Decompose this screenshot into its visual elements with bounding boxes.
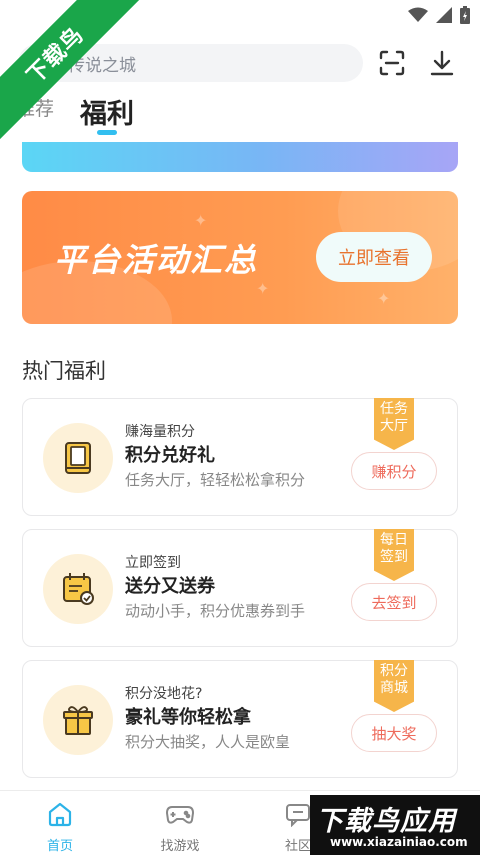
download-button[interactable] [427,48,457,78]
search-bar[interactable]: 传说之城 [18,44,363,82]
card-flag: 积分商城 [374,660,414,712]
book-icon [65,442,91,474]
card-subtitle: 赚海量积分 [125,424,195,440]
card-icon-circle [43,685,113,755]
wifi-icon [408,7,428,22]
card-title: 积分兑好礼 [125,445,215,466]
nav-find-games[interactable]: 找游戏 [140,801,220,854]
lucky-draw-button[interactable]: 抽大奖 [351,714,437,752]
card-flag: 每日签到 [374,529,414,581]
activity-banner[interactable]: ✦ ✦ ✦ 平台活动汇总 立即查看 [22,191,458,324]
nav-label: 首页 [46,839,73,854]
top-banner-strip[interactable] [22,142,458,172]
sparkle-icon: ✦ [194,211,208,230]
watermark-brand: 下载鸟应用 [316,806,456,837]
nav-home[interactable]: 首页 [20,801,100,854]
signal-icon [436,7,452,23]
nav-label: 找游戏 [160,839,200,854]
watermark-url: www.xiazainiao.com [330,835,468,849]
earn-points-button[interactable]: 赚积分 [351,452,437,490]
tab-active-indicator [97,130,117,135]
card-description: 任务大厅，轻轻松松拿积分 [125,471,306,489]
view-now-button[interactable]: 立即查看 [316,232,432,282]
gift-icon [63,706,93,735]
welfare-card[interactable]: 立即签到 送分又送券 动动小手，积分优惠券到手 每日签到 去签到 [22,529,458,647]
card-title: 送分又送券 [125,576,215,597]
card-icon-circle [43,554,113,624]
sign-in-button[interactable]: 去签到 [351,583,437,621]
card-subtitle: 立即签到 [125,555,181,571]
tab-recommend[interactable]: 推荐 [16,94,54,121]
calendar-check-icon [63,573,94,605]
chat-icon [286,804,310,828]
welfare-card[interactable]: 积分没地花? 豪礼等你轻松拿 积分大抽奖，人人是欧皇 积分商城 抽大奖 [22,660,458,778]
card-subtitle: 积分没地花? [125,686,203,702]
download-icon [430,50,454,76]
tab-welfare[interactable]: 福利 [80,92,134,131]
watermark-corner: 下载鸟应用 www.xiazainiao.com [310,795,480,855]
home-icon [48,802,72,827]
battery-icon [460,6,470,24]
banner-title: 平台活动汇总 [54,241,259,279]
sparkle-icon: ✦ [377,289,391,308]
scan-button[interactable] [377,48,407,78]
card-description: 积分大抽奖，人人是欧皇 [125,733,291,751]
status-bar [0,0,480,30]
card-description: 动动小手，积分优惠券到手 [125,602,306,620]
gamepad-icon [165,806,195,824]
scan-icon [379,50,405,76]
welfare-card[interactable]: 赚海量积分 积分兑好礼 任务大厅，轻轻松松拿积分 任务大厅 赚积分 [22,398,458,516]
card-icon-circle [43,423,113,493]
section-title: 热门福利 [22,359,106,383]
sparkle-icon: ✦ [256,279,270,298]
card-flag: 任务大厅 [374,398,414,450]
app-screen: 下载鸟 传说之城 推荐 福利 ✦ ✦ ✦ 平台活动汇总 立即查看 热门福利 赚海… [0,0,480,855]
search-placeholder: 传说之城 [68,55,136,76]
card-title: 豪礼等你轻松拿 [125,707,251,728]
search-icon [40,55,56,71]
